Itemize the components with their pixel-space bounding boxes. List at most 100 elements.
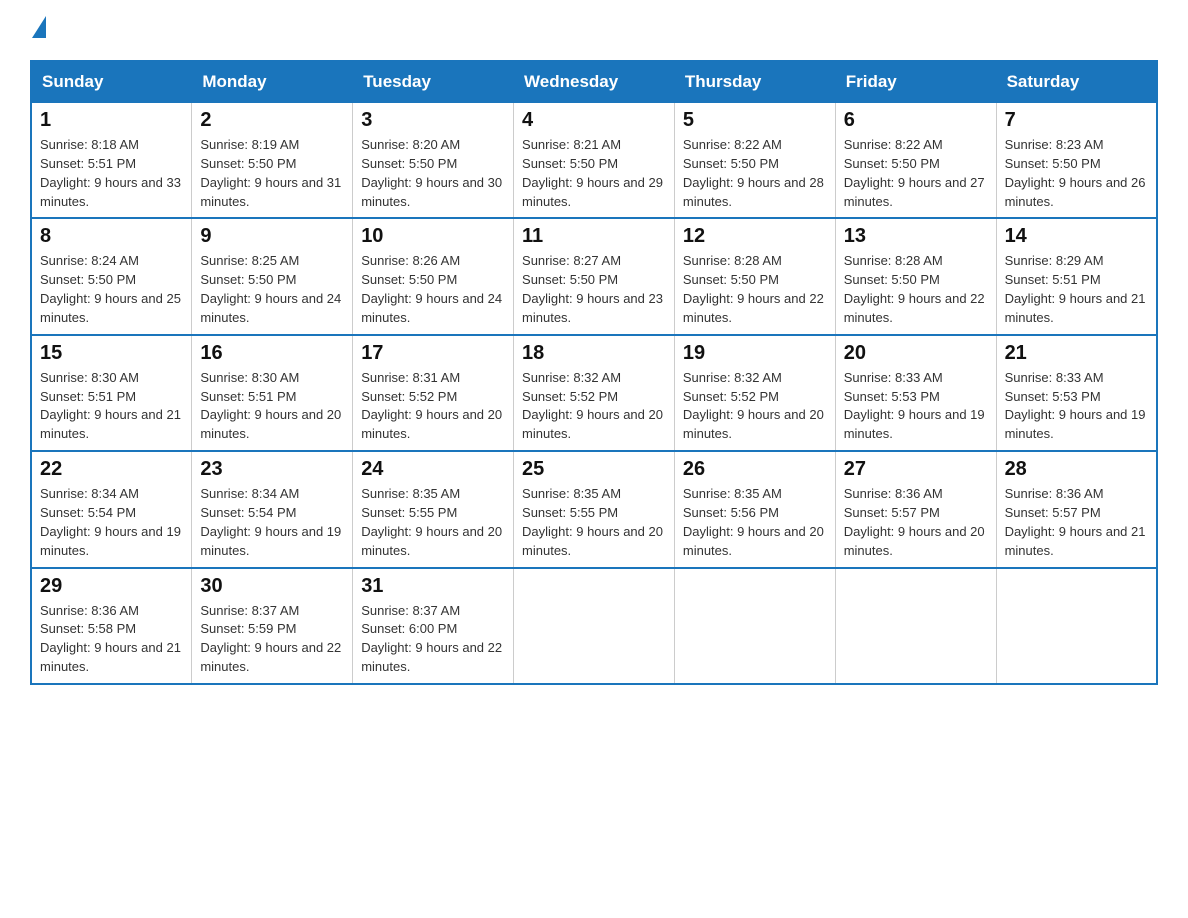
calendar-header-tuesday: Tuesday [353,61,514,103]
day-number: 7 [1005,109,1148,132]
day-number: 22 [40,458,183,481]
calendar-week-row: 29 Sunrise: 8:36 AMSunset: 5:58 PMDayligh… [31,568,1157,684]
day-number: 29 [40,575,183,598]
day-info: Sunrise: 8:23 AMSunset: 5:50 PMDaylight:… [1005,136,1148,211]
day-info: Sunrise: 8:37 AMSunset: 5:59 PMDaylight:… [200,602,344,677]
page-header [30,20,1158,42]
calendar-cell [835,568,996,684]
day-number: 27 [844,458,988,481]
calendar-cell: 10 Sunrise: 8:26 AMSunset: 5:50 PMDayligh… [353,218,514,334]
day-info: Sunrise: 8:36 AMSunset: 5:58 PMDaylight:… [40,602,183,677]
calendar-cell: 11Sunrise: 8:27 AMSunset: 5:50 PMDayligh… [514,218,675,334]
calendar-cell: 29 Sunrise: 8:36 AMSunset: 5:58 PMDayligh… [31,568,192,684]
calendar-cell: 9Sunrise: 8:25 AMSunset: 5:50 PMDaylight… [192,218,353,334]
day-info: Sunrise: 8:22 AMSunset: 5:50 PMDaylight:… [844,136,988,211]
calendar-cell: 26 Sunrise: 8:35 AMSunset: 5:56 PMDayligh… [674,451,835,567]
day-number: 16 [200,342,344,365]
logo [30,20,46,42]
calendar-cell: 20Sunrise: 8:33 AMSunset: 5:53 PMDayligh… [835,335,996,451]
calendar-cell: 13 Sunrise: 8:28 AMSunset: 5:50 PMDayligh… [835,218,996,334]
calendar-cell: 5 Sunrise: 8:22 AMSunset: 5:50 PMDaylight… [674,103,835,219]
day-info: Sunrise: 8:19 AMSunset: 5:50 PMDaylight:… [200,136,344,211]
calendar-cell: 3 Sunrise: 8:20 AMSunset: 5:50 PMDaylight… [353,103,514,219]
day-number: 30 [200,575,344,598]
calendar-week-row: 22 Sunrise: 8:34 AMSunset: 5:54 PMDayligh… [31,451,1157,567]
day-info: Sunrise: 8:30 AMSunset: 5:51 PMDaylight:… [40,369,183,444]
calendar-header-friday: Friday [835,61,996,103]
day-info: Sunrise: 8:32 AMSunset: 5:52 PMDaylight:… [683,369,827,444]
calendar-header-saturday: Saturday [996,61,1157,103]
calendar-cell: 2Sunrise: 8:19 AMSunset: 5:50 PMDaylight… [192,103,353,219]
day-number: 25 [522,458,666,481]
day-info: Sunrise: 8:36 AMSunset: 5:57 PMDaylight:… [1005,485,1148,560]
day-number: 17 [361,342,505,365]
day-info: Sunrise: 8:34 AMSunset: 5:54 PMDaylight:… [40,485,183,560]
day-number: 21 [1005,342,1148,365]
day-info: Sunrise: 8:20 AMSunset: 5:50 PMDaylight:… [361,136,505,211]
day-info: Sunrise: 8:35 AMSunset: 5:56 PMDaylight:… [683,485,827,560]
calendar-header-wednesday: Wednesday [514,61,675,103]
day-number: 12 [683,225,827,248]
calendar-week-row: 8 Sunrise: 8:24 AMSunset: 5:50 PMDaylight… [31,218,1157,334]
calendar-cell: 30 Sunrise: 8:37 AMSunset: 5:59 PMDayligh… [192,568,353,684]
day-info: Sunrise: 8:33 AMSunset: 5:53 PMDaylight:… [1005,369,1148,444]
calendar-cell: 15 Sunrise: 8:30 AMSunset: 5:51 PMDayligh… [31,335,192,451]
day-info: Sunrise: 8:35 AMSunset: 5:55 PMDaylight:… [361,485,505,560]
day-info: Sunrise: 8:21 AMSunset: 5:50 PMDaylight:… [522,136,666,211]
calendar-cell: 22 Sunrise: 8:34 AMSunset: 5:54 PMDayligh… [31,451,192,567]
day-number: 28 [1005,458,1148,481]
calendar-week-row: 1 Sunrise: 8:18 AMSunset: 5:51 PMDaylight… [31,103,1157,219]
day-number: 5 [683,109,827,132]
day-info: Sunrise: 8:31 AMSunset: 5:52 PMDaylight:… [361,369,505,444]
day-info: Sunrise: 8:18 AMSunset: 5:51 PMDaylight:… [40,136,183,211]
day-number: 13 [844,225,988,248]
calendar-week-row: 15 Sunrise: 8:30 AMSunset: 5:51 PMDayligh… [31,335,1157,451]
calendar-header-row: SundayMondayTuesdayWednesdayThursdayFrid… [31,61,1157,103]
calendar-cell: 17 Sunrise: 8:31 AMSunset: 5:52 PMDayligh… [353,335,514,451]
day-info: Sunrise: 8:24 AMSunset: 5:50 PMDaylight:… [40,252,183,327]
day-info: Sunrise: 8:34 AMSunset: 5:54 PMDaylight:… [200,485,344,560]
day-number: 24 [361,458,505,481]
calendar-cell: 6Sunrise: 8:22 AMSunset: 5:50 PMDaylight… [835,103,996,219]
day-info: Sunrise: 8:28 AMSunset: 5:50 PMDaylight:… [683,252,827,327]
calendar-cell: 7 Sunrise: 8:23 AMSunset: 5:50 PMDaylight… [996,103,1157,219]
day-info: Sunrise: 8:26 AMSunset: 5:50 PMDaylight:… [361,252,505,327]
calendar-cell: 21 Sunrise: 8:33 AMSunset: 5:53 PMDayligh… [996,335,1157,451]
calendar-cell: 8 Sunrise: 8:24 AMSunset: 5:50 PMDaylight… [31,218,192,334]
calendar-cell: 31Sunrise: 8:37 AMSunset: 6:00 PMDayligh… [353,568,514,684]
day-number: 18 [522,342,666,365]
day-info: Sunrise: 8:28 AMSunset: 5:50 PMDaylight:… [844,252,988,327]
day-number: 3 [361,109,505,132]
calendar-header-thursday: Thursday [674,61,835,103]
day-number: 19 [683,342,827,365]
day-info: Sunrise: 8:29 AMSunset: 5:51 PMDaylight:… [1005,252,1148,327]
calendar-cell: 24 Sunrise: 8:35 AMSunset: 5:55 PMDayligh… [353,451,514,567]
logo-triangle-icon [30,20,46,42]
calendar-cell: 25 Sunrise: 8:35 AMSunset: 5:55 PMDayligh… [514,451,675,567]
day-number: 9 [200,225,344,248]
calendar-cell: 4 Sunrise: 8:21 AMSunset: 5:50 PMDaylight… [514,103,675,219]
calendar-cell [674,568,835,684]
calendar-cell: 23 Sunrise: 8:34 AMSunset: 5:54 PMDayligh… [192,451,353,567]
day-info: Sunrise: 8:22 AMSunset: 5:50 PMDaylight:… [683,136,827,211]
calendar-cell [514,568,675,684]
day-number: 4 [522,109,666,132]
day-info: Sunrise: 8:30 AMSunset: 5:51 PMDaylight:… [200,369,344,444]
day-number: 10 [361,225,505,248]
day-info: Sunrise: 8:35 AMSunset: 5:55 PMDaylight:… [522,485,666,560]
calendar-cell [996,568,1157,684]
day-number: 1 [40,109,183,132]
calendar-header-monday: Monday [192,61,353,103]
day-number: 14 [1005,225,1148,248]
calendar-cell: 16 Sunrise: 8:30 AMSunset: 5:51 PMDayligh… [192,335,353,451]
calendar-header-sunday: Sunday [31,61,192,103]
day-info: Sunrise: 8:27 AMSunset: 5:50 PMDaylight:… [522,252,666,327]
calendar-cell: 19 Sunrise: 8:32 AMSunset: 5:52 PMDayligh… [674,335,835,451]
calendar-cell: 14 Sunrise: 8:29 AMSunset: 5:51 PMDayligh… [996,218,1157,334]
day-number: 8 [40,225,183,248]
calendar-cell: 18 Sunrise: 8:32 AMSunset: 5:52 PMDayligh… [514,335,675,451]
day-number: 23 [200,458,344,481]
day-info: Sunrise: 8:32 AMSunset: 5:52 PMDaylight:… [522,369,666,444]
day-number: 26 [683,458,827,481]
day-number: 15 [40,342,183,365]
